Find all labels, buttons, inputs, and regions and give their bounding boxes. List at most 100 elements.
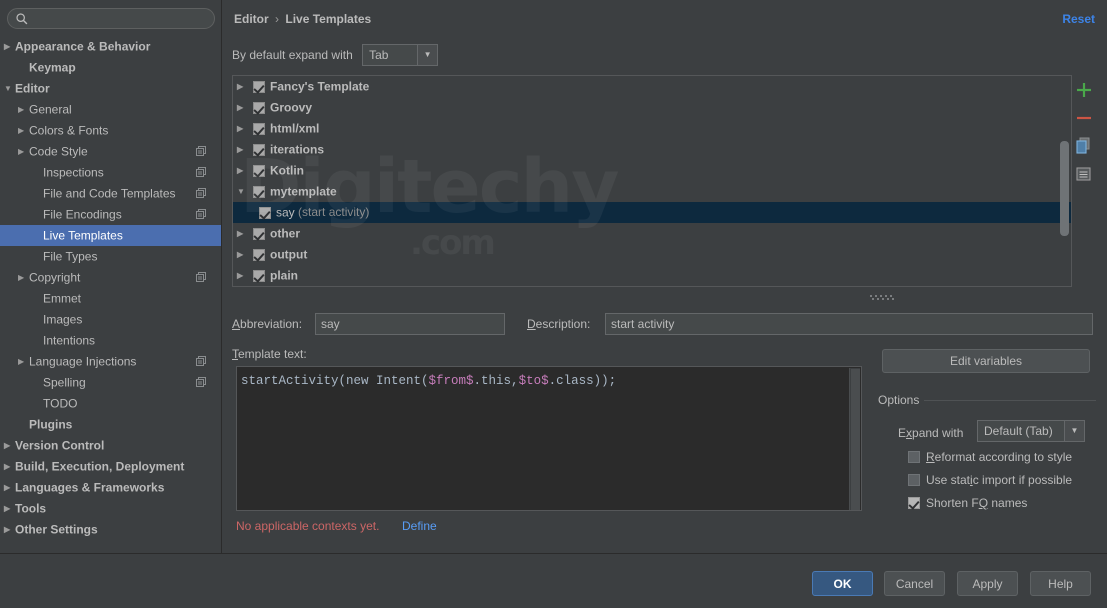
template-row[interactable]: ▶ output <box>233 244 1071 265</box>
sidebar-item-emmet[interactable]: ▶Emmet <box>0 288 221 309</box>
template-row[interactable]: say (start activity) <box>233 202 1071 223</box>
chevron-right-icon[interactable]: ▶ <box>237 244 253 265</box>
help-button[interactable]: Help <box>1030 571 1091 596</box>
template-checkbox[interactable] <box>253 164 265 177</box>
chevron-right-icon[interactable]: ▶ <box>237 76 253 97</box>
chevron-right-icon[interactable]: ▶ <box>4 36 15 57</box>
option-checkbox-reformat-according-to-style[interactable]: Reformat according to style <box>908 447 1072 465</box>
chevron-right-icon[interactable]: ▶ <box>32 246 43 267</box>
chevron-right-icon[interactable]: ▶ <box>32 372 43 393</box>
template-checkbox[interactable] <box>253 122 265 135</box>
chevron-right-icon[interactable]: ▶ <box>32 225 43 246</box>
sidebar-item-file-and-code-templates[interactable]: ▶File and Code Templates <box>0 183 221 204</box>
chevron-right-icon[interactable]: ▶ <box>32 393 43 414</box>
settings-search-box[interactable] <box>7 8 215 29</box>
chevron-right-icon[interactable]: ▶ <box>18 120 29 141</box>
sidebar-item-copyright[interactable]: ▶ Copyright <box>0 267 221 288</box>
template-checkbox[interactable] <box>253 101 265 114</box>
description-input[interactable] <box>605 313 1093 335</box>
ok-button[interactable]: OK <box>812 571 873 596</box>
chevron-right-icon[interactable]: ▶ <box>237 160 253 181</box>
checkbox-box[interactable] <box>908 496 920 509</box>
chevron-right-icon[interactable]: ▶ <box>18 267 29 288</box>
template-checkbox[interactable] <box>253 185 265 198</box>
breadcrumb-root[interactable]: Editor <box>234 12 269 26</box>
chevron-right-icon[interactable]: ▶ <box>32 162 43 183</box>
chevron-right-icon[interactable]: ▶ <box>4 435 15 456</box>
template-checkbox[interactable] <box>259 206 271 219</box>
splitter-grip[interactable] <box>870 289 904 300</box>
template-checkbox[interactable] <box>253 227 265 240</box>
chevron-right-icon[interactable]: ▶ <box>18 57 29 78</box>
chevron-right-icon[interactable]: ▶ <box>18 351 29 372</box>
define-context-link[interactable]: Define <box>402 519 437 533</box>
sidebar-item-colors-fonts[interactable]: ▶ Colors & Fonts <box>0 120 221 141</box>
template-text-editor[interactable]: startActivity(new Intent($from$.this,$to… <box>236 366 862 511</box>
template-row[interactable]: ▶ Kotlin <box>233 160 1071 181</box>
sidebar-item-images[interactable]: ▶Images <box>0 309 221 330</box>
sidebar-item-spelling[interactable]: ▶Spelling <box>0 372 221 393</box>
template-row[interactable]: ▶ other <box>233 223 1071 244</box>
chevron-down-icon[interactable]: ▼ <box>237 181 253 202</box>
default-expand-combo[interactable]: Tab ▼ <box>362 44 439 66</box>
template-row[interactable]: ▶ iterations <box>233 139 1071 160</box>
template-group-button[interactable] <box>1071 161 1097 187</box>
remove-template-button[interactable] <box>1071 105 1097 131</box>
expand-with-combo[interactable]: Default (Tab) ▼ <box>977 420 1085 442</box>
template-row[interactable]: ▶ Groovy <box>233 97 1071 118</box>
chevron-right-icon[interactable]: ▶ <box>32 288 43 309</box>
chevron-right-icon[interactable]: ▶ <box>237 118 253 139</box>
chevron-right-icon[interactable]: ▶ <box>237 265 253 286</box>
editor-scrollbar[interactable] <box>849 368 860 510</box>
search-input[interactable] <box>34 10 206 27</box>
chevron-down-icon[interactable]: ▼ <box>1064 421 1084 441</box>
sidebar-item-plugins[interactable]: ▶Plugins <box>0 414 221 435</box>
sidebar-item-keymap[interactable]: ▶Keymap <box>0 57 221 78</box>
chevron-right-icon[interactable]: ▶ <box>4 456 15 477</box>
sidebar-item-editor[interactable]: ▼ Editor <box>0 78 221 99</box>
chevron-right-icon[interactable]: ▶ <box>4 519 15 540</box>
chevron-right-icon[interactable]: ▶ <box>4 477 15 498</box>
template-row[interactable]: ▶ html/xml <box>233 118 1071 139</box>
sidebar-item-file-encodings[interactable]: ▶File Encodings <box>0 204 221 225</box>
chevron-right-icon[interactable]: ▶ <box>237 223 253 244</box>
sidebar-item-language-injections[interactable]: ▶ Language Injections <box>0 351 221 372</box>
chevron-right-icon[interactable]: ▶ <box>18 99 29 120</box>
cancel-button[interactable]: Cancel <box>884 571 945 596</box>
chevron-right-icon[interactable]: ▶ <box>237 139 253 160</box>
option-checkbox-use-static-import-if-possible[interactable]: Use static import if possible <box>908 470 1072 488</box>
checkbox-box[interactable] <box>908 473 920 486</box>
sidebar-item-build-execution-deployment[interactable]: ▶ Build, Execution, Deployment <box>0 456 221 477</box>
checkbox-box[interactable] <box>908 450 920 463</box>
chevron-right-icon[interactable]: ▶ <box>32 183 43 204</box>
chevron-right-icon[interactable]: ▶ <box>32 309 43 330</box>
sidebar-item-appearance-behavior[interactable]: ▶ Appearance & Behavior <box>0 36 221 57</box>
sidebar-item-inspections[interactable]: ▶Inspections <box>0 162 221 183</box>
chevron-right-icon[interactable]: ▶ <box>32 330 43 351</box>
sidebar-item-code-style[interactable]: ▶ Code Style <box>0 141 221 162</box>
template-checkbox[interactable] <box>253 269 265 282</box>
sidebar-item-todo[interactable]: ▶TODO <box>0 393 221 414</box>
template-checkbox[interactable] <box>253 143 265 156</box>
live-templates-tree[interactable]: ▶ Fancy's Template ▶ Groovy ▶ html/xml ▶ iterat… <box>232 75 1072 287</box>
duplicate-template-button[interactable] <box>1071 133 1097 159</box>
sidebar-item-general[interactable]: ▶ General <box>0 99 221 120</box>
chevron-down-icon[interactable]: ▼ <box>4 78 15 99</box>
apply-button[interactable]: Apply <box>957 571 1018 596</box>
reset-link[interactable]: Reset <box>1062 12 1095 26</box>
template-row[interactable]: ▶ plain <box>233 265 1071 286</box>
sidebar-item-version-control[interactable]: ▶ Version Control <box>0 435 221 456</box>
edit-variables-button[interactable]: Edit variables <box>882 349 1090 373</box>
template-row[interactable]: ▶ Fancy's Template <box>233 76 1071 97</box>
sidebar-item-live-templates[interactable]: ▶Live Templates <box>0 225 221 246</box>
abbreviation-input[interactable] <box>315 313 505 335</box>
chevron-right-icon[interactable]: ▶ <box>18 414 29 435</box>
add-template-button[interactable] <box>1071 77 1097 103</box>
chevron-right-icon[interactable]: ▶ <box>4 498 15 519</box>
chevron-right-icon[interactable]: ▶ <box>18 141 29 162</box>
sidebar-item-tools[interactable]: ▶ Tools <box>0 498 221 519</box>
chevron-down-icon[interactable]: ▼ <box>417 45 438 65</box>
sidebar-item-languages-frameworks[interactable]: ▶ Languages & Frameworks <box>0 477 221 498</box>
sidebar-item-intentions[interactable]: ▶Intentions <box>0 330 221 351</box>
template-checkbox[interactable] <box>253 248 265 261</box>
